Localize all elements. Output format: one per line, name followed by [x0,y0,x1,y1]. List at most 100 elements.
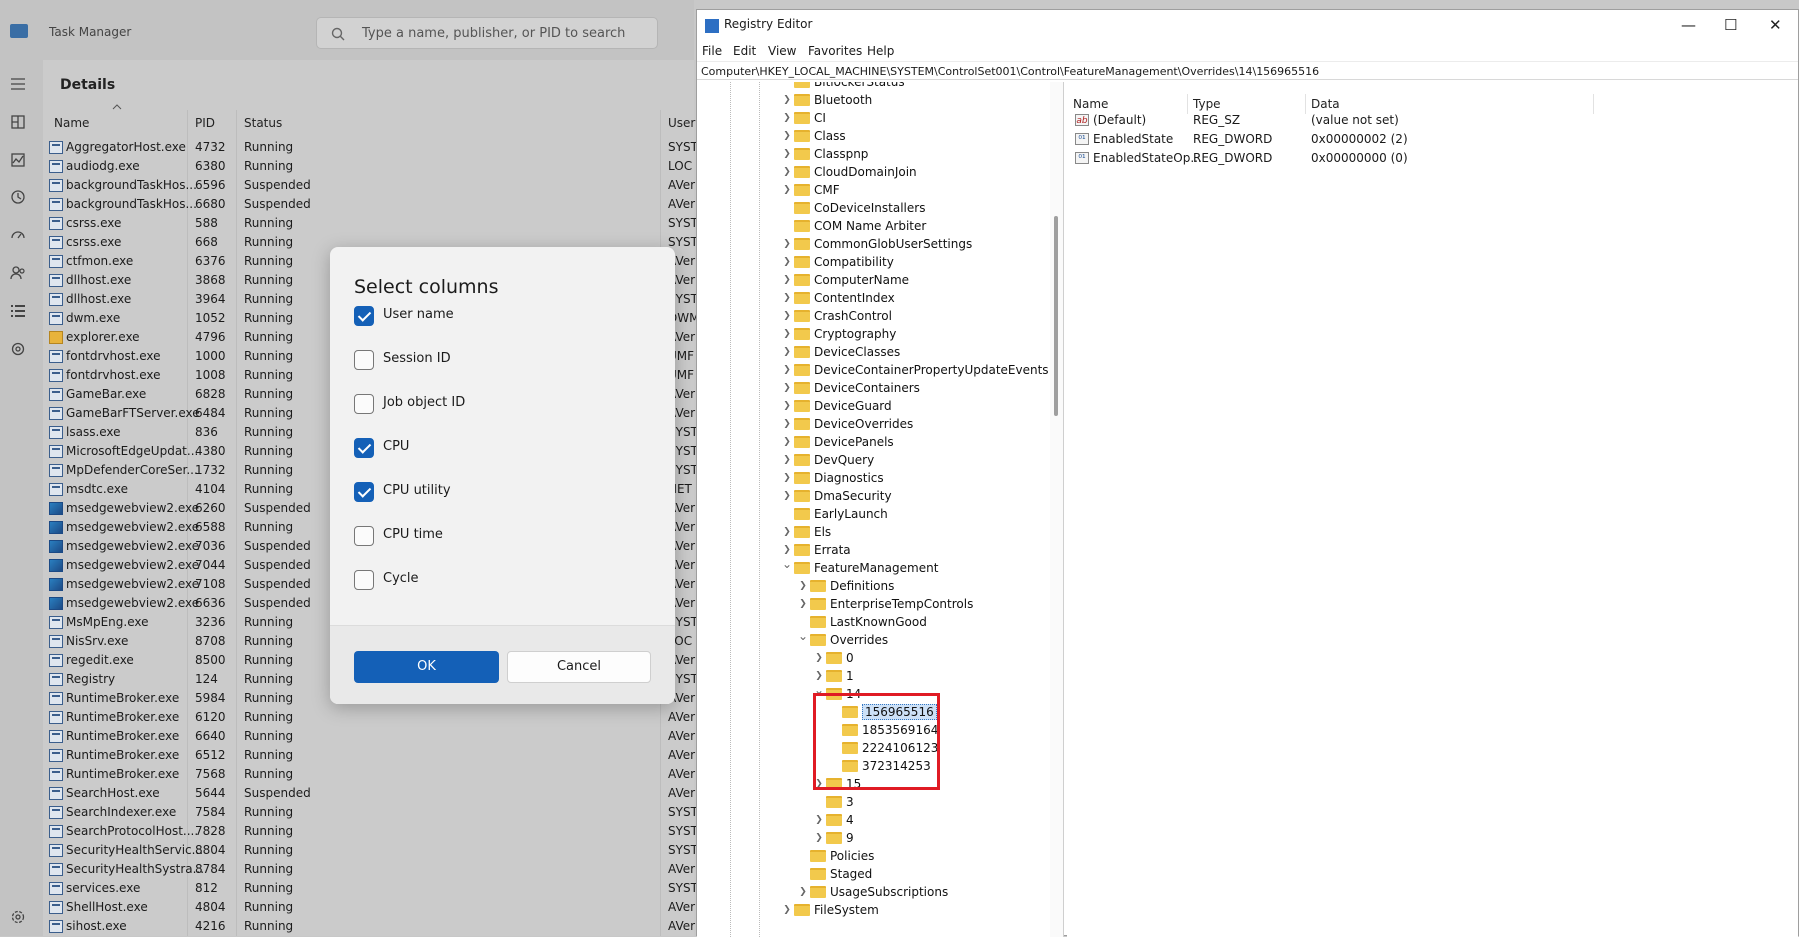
chevron-right-icon[interactable]: ❯ [782,527,792,537]
settings-gear-icon[interactable] [9,908,27,926]
chevron-right-icon[interactable]: ❯ [782,329,792,339]
table-row[interactable]: RuntimeBroker.exe 6640 Running AVer [43,727,695,746]
menu-file[interactable]: File [702,44,722,58]
option-label: User name [383,307,454,322]
checkbox-checked[interactable] [354,306,374,326]
table-row[interactable]: AggregatorHost.exe 4732 Running SYST [43,138,698,157]
table-row[interactable]: csrss.exe 588 Running SYST [43,214,698,233]
table-row[interactable]: RuntimeBroker.exe 6120 Running AVer [43,708,695,727]
chevron-right-icon[interactable]: ❯ [814,653,824,663]
menu-edit[interactable]: Edit [733,44,756,58]
value-row[interactable]: ab (Default) REG_SZ (value not set) [1067,111,1798,130]
checkbox-unchecked[interactable] [354,394,374,414]
chevron-right-icon[interactable]: ❯ [782,401,792,411]
menu-favorites[interactable]: Favorites [808,44,862,58]
process-status: Running [244,292,294,306]
process-pid: 7828 [195,824,226,838]
table-row[interactable]: services.exe 812 Running SYST [43,879,698,898]
chevron-right-icon[interactable]: ❯ [782,95,792,105]
table-row[interactable]: RuntimeBroker.exe 7568 Running AVer [43,765,695,784]
ok-button[interactable]: OK [354,651,499,683]
checkbox-checked[interactable] [354,438,374,458]
values-header-data[interactable]: Data [1311,97,1340,111]
tree-scrollbar[interactable] [1050,82,1063,937]
checkbox-unchecked[interactable] [354,570,374,590]
table-row[interactable]: RuntimeBroker.exe 6512 Running AVer [43,746,695,765]
performance-icon[interactable] [9,151,27,169]
close-icon[interactable]: ✕ [1769,16,1782,34]
chevron-down-icon[interactable]: ⌄ [798,630,808,642]
app-history-icon[interactable] [9,188,27,206]
chevron-right-icon[interactable]: ❯ [782,149,792,159]
tree-node-label: BitlockerStatus [814,82,905,89]
values-header-type[interactable]: Type [1193,97,1221,111]
chevron-right-icon[interactable]: ❯ [782,347,792,357]
address-bar[interactable]: Computer\HKEY_LOCAL_MACHINE\SYSTEM\Contr… [697,61,1798,80]
table-row[interactable]: backgroundTaskHos... 6596 Suspended AVer [43,176,695,195]
table-row[interactable]: sihost.exe 4216 Running AVer [43,917,695,936]
column-header-status[interactable]: Status [244,116,282,130]
chevron-right-icon[interactable]: ❯ [782,383,792,393]
chevron-right-icon[interactable]: ❯ [814,671,824,681]
processes-icon[interactable] [9,113,27,131]
hamburger-menu-icon[interactable] [9,75,27,93]
checkbox-checked[interactable] [354,482,374,502]
chevron-right-icon[interactable]: ❯ [782,275,792,285]
chevron-right-icon[interactable]: ❯ [782,437,792,447]
chevron-right-icon[interactable]: ❯ [782,113,792,123]
chevron-right-icon[interactable]: ❯ [782,185,792,195]
menu-help[interactable]: Help [867,44,894,58]
minimize-icon[interactable]: — [1681,16,1696,34]
scrollbar-thumb[interactable] [1054,216,1058,416]
maximize-icon[interactable]: ☐ [1724,16,1737,34]
chevron-right-icon[interactable]: ❯ [782,455,792,465]
chevron-right-icon[interactable]: ❯ [798,599,808,609]
users-icon[interactable] [9,264,27,282]
value-row[interactable]: ⁰¹ EnabledStateOp... REG_DWORD 0x00000000 (… [1067,149,1798,168]
search-input[interactable]: Type a name, publisher, or PID to search [316,17,658,49]
column-header-user[interactable]: User [668,116,695,130]
table-row[interactable]: SearchProtocolHost.... 7828 Running SYST [43,822,698,841]
chevron-right-icon[interactable]: ❯ [798,887,808,897]
chevron-right-icon[interactable]: ❯ [782,257,792,267]
column-header-pid[interactable]: PID [195,116,215,130]
checkbox-unchecked[interactable] [354,526,374,546]
table-row[interactable]: SecurityHealthSystra... 8784 Running AVer [43,860,695,879]
table-row[interactable]: SecurityHealthServic... 8804 Running SYST [43,841,698,860]
chevron-right-icon[interactable]: ❯ [782,419,792,429]
chevron-right-icon[interactable]: ❯ [782,905,792,915]
chevron-right-icon[interactable]: ❯ [782,293,792,303]
services-icon[interactable] [9,340,27,358]
chevron-right-icon[interactable]: ❯ [782,473,792,483]
details-icon[interactable] [9,302,27,320]
chevron-right-icon[interactable]: ❯ [782,545,792,555]
process-icon [49,483,63,496]
chevron-right-icon[interactable]: ❯ [782,131,792,141]
process-pid: 5984 [195,691,226,705]
chevron-down-icon[interactable]: ⌄ [782,558,792,570]
chevron-right-icon[interactable]: ❯ [798,581,808,591]
table-row[interactable]: ShellHost.exe 4804 Running AVer [43,898,695,917]
table-row[interactable]: SearchHost.exe 5644 Suspended AVer [43,784,695,803]
chevron-right-icon[interactable]: ❯ [782,365,792,375]
table-row[interactable]: backgroundTaskHos... 6680 Suspended AVer [43,195,695,214]
chevron-right-icon[interactable]: ❯ [814,833,824,843]
column-header-name[interactable]: Name [54,116,89,130]
table-row[interactable]: SearchIndexer.exe 7584 Running SYST [43,803,698,822]
cancel-button[interactable]: Cancel [507,651,651,683]
chevron-right-icon[interactable]: ❯ [782,239,792,249]
startup-apps-icon[interactable] [9,226,27,244]
checkbox-unchecked[interactable] [354,350,374,370]
chevron-right-icon[interactable]: ❯ [782,491,792,501]
process-pid: 1732 [195,463,226,477]
chevron-right-icon[interactable]: ❯ [782,311,792,321]
menu-view[interactable]: View [768,44,796,58]
process-icon [49,730,63,743]
values-header-name[interactable]: Name [1073,97,1108,111]
table-row[interactable]: audiodg.exe 6380 Running LOC [43,157,694,176]
dialog-footer: OK Cancel [330,625,675,704]
chevron-right-icon[interactable]: ❯ [814,815,824,825]
chevron-right-icon[interactable]: ❯ [782,167,792,177]
process-pid: 812 [195,881,218,895]
value-row[interactable]: ⁰¹ EnabledState REG_DWORD 0x00000002 (2) [1067,130,1798,149]
